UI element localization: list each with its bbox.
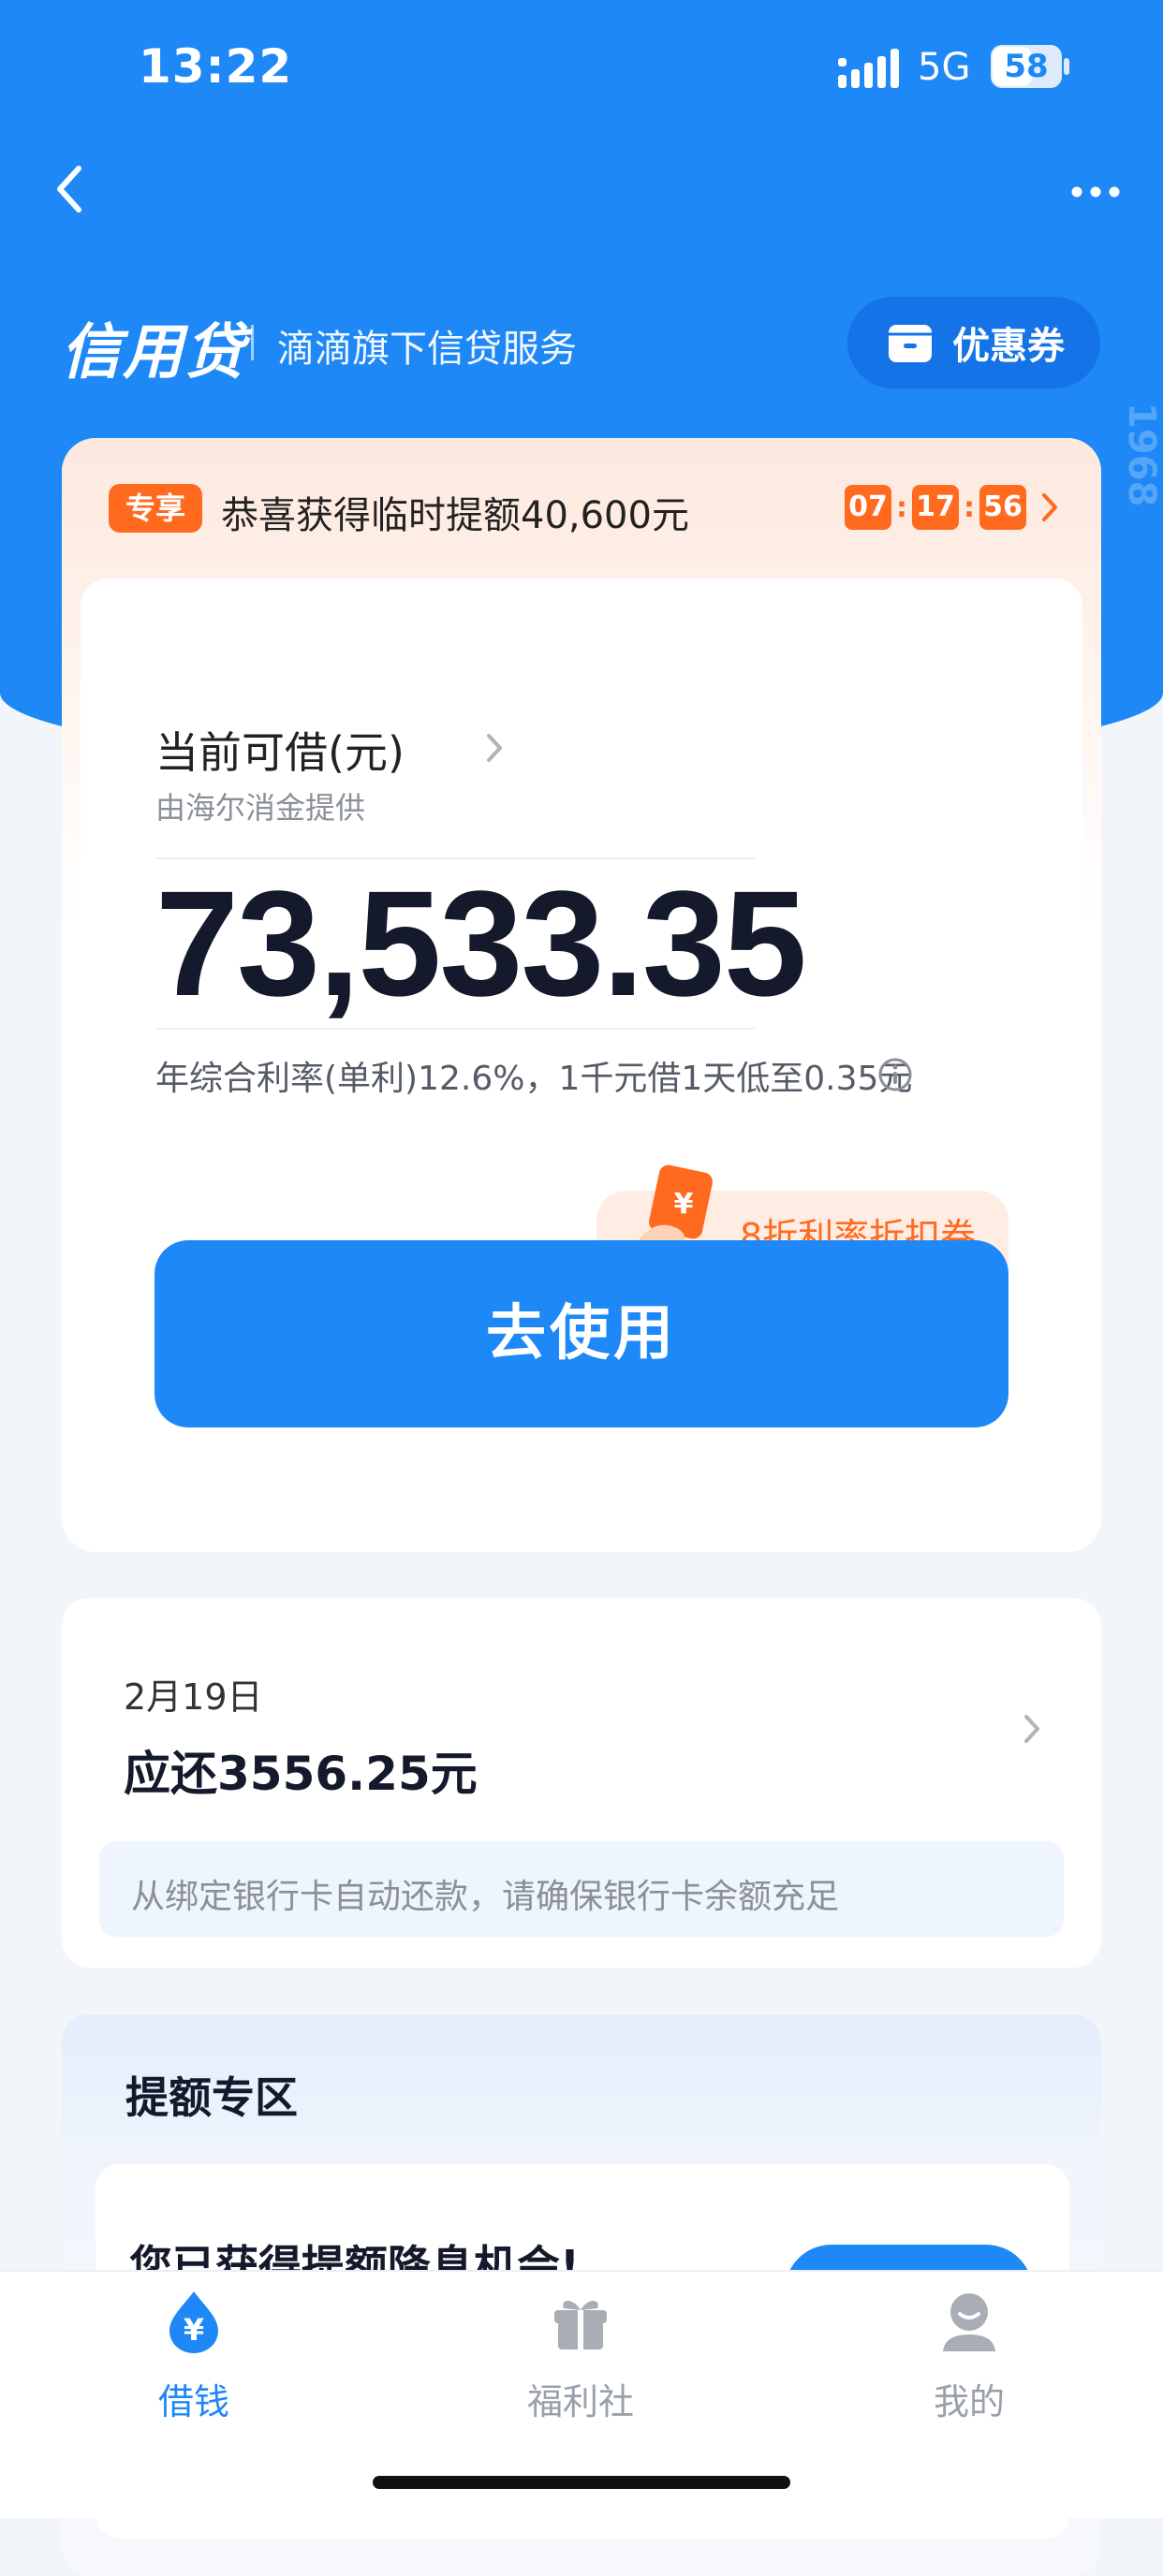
repayment-date: 2月19日 bbox=[124, 1676, 263, 1718]
status-time: 13:22 bbox=[139, 39, 293, 94]
promo-banner[interactable]: 专享 恭喜获得临时提额40,600元 07 : 17 : 56 bbox=[62, 438, 1101, 578]
timer-separator: : bbox=[896, 490, 907, 524]
use-button[interactable]: 去使用 bbox=[155, 1240, 1008, 1427]
tab-borrow[interactable]: ¥ 借钱 bbox=[100, 2284, 287, 2424]
tab-mine-label: 我的 bbox=[933, 2381, 1005, 2422]
battery-level: 58 bbox=[1004, 48, 1049, 85]
title-divider bbox=[251, 325, 254, 360]
chevron-right-icon[interactable] bbox=[1021, 1711, 1043, 1747]
coupon-button[interactable]: 优惠券 bbox=[847, 297, 1100, 388]
timer-hours: 07 bbox=[845, 485, 891, 530]
status-bar: 13:22 5G 58 bbox=[0, 0, 1163, 140]
repayment-amount: 应还3556.25元 bbox=[124, 1747, 478, 1801]
tab-welfare[interactable]: 福利社 bbox=[487, 2284, 674, 2424]
page-subtitle: 滴滴旗下信贷服务 bbox=[277, 328, 577, 371]
svg-text:¥: ¥ bbox=[184, 2312, 204, 2348]
battery-icon: 58 bbox=[991, 45, 1069, 90]
interest-rate-text: 年综合利率(单利)12.6%，1千元借1天低至0.35元 bbox=[155, 1060, 913, 1098]
back-icon[interactable] bbox=[49, 161, 94, 217]
chevron-right-icon bbox=[1042, 493, 1057, 521]
available-amount: 73,533.35 bbox=[155, 859, 807, 1027]
credit-provider: 由海尔消金提供 bbox=[155, 790, 366, 826]
more-icon[interactable] bbox=[1067, 178, 1124, 206]
coupon-button-label: 优惠券 bbox=[952, 325, 1065, 368]
network-type: 5G bbox=[918, 46, 971, 89]
gift-icon bbox=[554, 2301, 607, 2349]
svg-text:¥: ¥ bbox=[674, 1188, 694, 1221]
promo-tag: 专享 bbox=[109, 484, 202, 533]
repayment-note-text: 从绑定银行卡自动还款，请确保银行卡余额充足 bbox=[131, 1878, 840, 1916]
tab-mine[interactable]: 我的 bbox=[876, 2284, 1063, 2424]
home-indicator bbox=[373, 2476, 790, 2489]
tab-borrow-label: 借钱 bbox=[157, 2381, 229, 2422]
signal-icon bbox=[838, 49, 899, 88]
boost-section-title: 提额专区 bbox=[125, 2072, 298, 2123]
countdown-timer: 07 : 17 : 56 bbox=[845, 485, 1060, 530]
side-watermark: 1968 bbox=[1120, 402, 1163, 507]
available-credit-label[interactable]: 当前可借(元) bbox=[155, 719, 405, 781]
profile-icon bbox=[943, 2293, 995, 2351]
coupon-icon bbox=[889, 325, 932, 362]
timer-separator: : bbox=[964, 490, 975, 524]
repayment-note: 从绑定银行卡自动还款，请确保银行卡余额充足 bbox=[99, 1841, 1064, 1937]
promo-text: 恭喜获得临时提额40,600元 bbox=[221, 494, 689, 537]
money-drop-icon: ¥ bbox=[169, 2291, 218, 2353]
timer-seconds: 56 bbox=[979, 485, 1026, 530]
chevron-right-icon[interactable] bbox=[483, 730, 506, 766]
tab-welfare-label: 福利社 bbox=[526, 2381, 634, 2422]
page-title: 信用贷 bbox=[61, 318, 246, 388]
timer-minutes: 17 bbox=[912, 485, 959, 530]
info-icon[interactable] bbox=[876, 1056, 914, 1093]
